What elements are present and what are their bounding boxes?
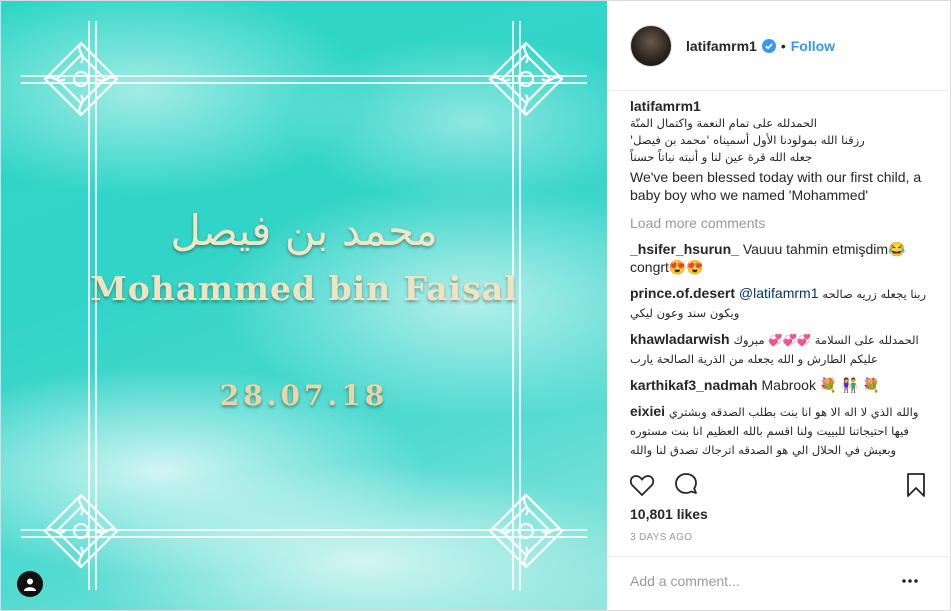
comment: _hsifer_hsurun_ Vauuu tahmin etmişdim😂 c…	[630, 240, 930, 276]
comment-text: Mabrook 💐 👫 💐	[761, 377, 880, 393]
avatar[interactable]	[630, 24, 672, 67]
comment: eixiei والله الذي لا اله الا هو انا بنت …	[630, 402, 930, 461]
heart-icon[interactable]	[628, 471, 656, 499]
comment-username[interactable]: karthikaf3_nadmah	[630, 377, 758, 393]
post-image[interactable]: محمد بن فيصل Mohammed bin Faisal 28.07.1…	[1, 1, 607, 610]
corner-ornament	[486, 491, 566, 571]
corner-ornament	[41, 39, 121, 119]
header-username[interactable]: latifamrm1	[686, 38, 757, 54]
comment-username[interactable]: khawladarwish	[630, 331, 730, 347]
user-tag-icon	[24, 578, 36, 591]
verified-badge-icon	[761, 38, 776, 53]
caption-arabic-line: جعله الله قرة عين لنا و أنبته نباتاً حسن…	[630, 150, 813, 164]
comment-username[interactable]: prince.of.desert	[630, 285, 735, 301]
comment-username[interactable]: _hsifer_hsurun_	[630, 241, 739, 257]
header-separator: •	[780, 37, 786, 54]
image-title-arabic: محمد بن فيصل	[170, 206, 438, 255]
comments-list[interactable]: latifamrm1 الحمدلله على تمام النعمة واكت…	[630, 97, 930, 461]
comment: prince.of.desert @latifamrm1 ربنا يجعله …	[630, 284, 930, 322]
add-comment-bar	[608, 556, 951, 610]
corner-ornament	[41, 491, 121, 571]
follow-button[interactable]: Follow	[791, 38, 835, 54]
caption-english: We've been blessed today with our first …	[630, 169, 922, 203]
comment-input[interactable]	[630, 569, 890, 593]
comment-mention[interactable]: @latifamrm1	[739, 285, 819, 301]
instagram-post: محمد بن فيصل Mohammed bin Faisal 28.07.1…	[0, 0, 951, 611]
likes-count[interactable]: 10,801 likes	[630, 506, 708, 522]
bookmark-icon[interactable]	[902, 471, 930, 499]
load-more-comments-button[interactable]: Load more comments	[630, 214, 930, 232]
comment-text: والله الذي لا اله الا هو انا بنت بطلب ال…	[630, 405, 919, 457]
comment-icon[interactable]	[672, 471, 700, 499]
comment-username[interactable]: eixiei	[630, 403, 665, 419]
caption-arabic-line: رزقنا الله بمولودنا الأول أسميناه 'محمد …	[630, 133, 865, 147]
comment: karthikaf3_nadmah Mabrook 💐 👫 💐	[630, 376, 930, 394]
post-sidebar: latifamrm1 • Follow latifamrm1 الحمدلله …	[608, 1, 951, 610]
corner-ornament	[486, 39, 566, 119]
caption-username[interactable]: latifamrm1	[630, 98, 701, 114]
image-title-english: Mohammed bin Faisal	[90, 269, 518, 308]
post-timestamp[interactable]: 3 DAYS AGO	[630, 532, 692, 543]
comment: khawladarwish الحمدلله على السلامة 💞💞💞 م…	[630, 330, 930, 368]
action-bar	[624, 471, 936, 501]
more-options-icon[interactable]	[900, 571, 920, 591]
post-header: latifamrm1 • Follow	[608, 1, 951, 91]
caption: latifamrm1 الحمدلله على تمام النعمة واكت…	[630, 97, 930, 204]
caption-arabic-line: الحمدلله على تمام النعمة واكتمال المنّة	[630, 116, 818, 130]
image-date: 28.07.18	[219, 379, 389, 412]
user-tag-button[interactable]	[17, 571, 43, 597]
